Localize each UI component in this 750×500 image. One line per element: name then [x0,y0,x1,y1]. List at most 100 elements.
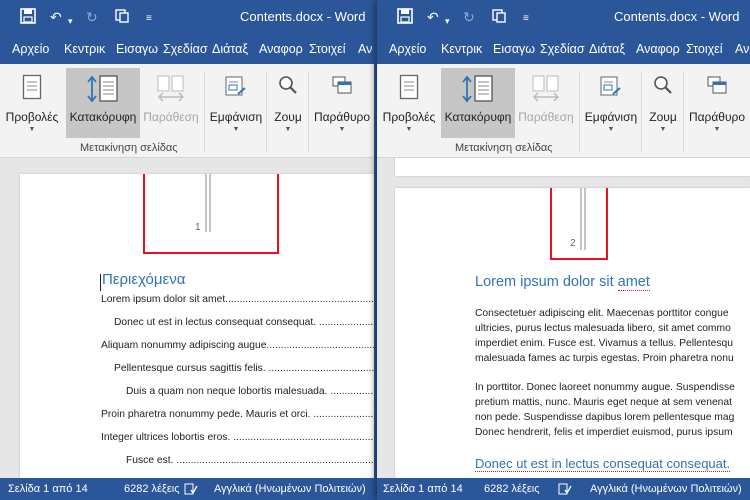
chevron-down-icon: ▼ [232,126,240,133]
text-cursor [100,274,101,291]
tab-layout[interactable]: Διάταξ [589,42,625,56]
customize-toolbar-icon[interactable]: ≡ [146,10,152,28]
chevron-down-icon: ▼ [405,126,413,133]
toc-entry[interactable]: Lorem ipsum dolor sit amet..............… [101,294,374,305]
toc-entry[interactable]: Proin pharetra nonummy pede. Mauris et o… [101,409,374,420]
word-window-left: ↶ ▾ ↻ ≡ Contents.docx - Word Αρχείο Κεντ… [0,0,374,500]
word-count[interactable]: 6282 λέξεις [484,483,540,495]
window-title: Contents.docx - Word [240,9,366,24]
page-movement-group-label: Μετακίνηση σελίδας [455,142,553,154]
show-button[interactable]: Εμφάνιση ▼ [206,68,266,138]
undo-dropdown-icon[interactable]: ▾ [445,12,450,30]
vertical-button[interactable]: Κατακόρυφη [66,68,140,138]
page-count[interactable]: Σελίδα 1 από 14 [383,483,463,495]
page-number: 2 [570,238,576,249]
document-page[interactable]: 1 Περιεχόμενα Lorem ipsum dolor sit amet… [20,174,374,478]
customize-toolbar-icon[interactable]: ≡ [523,10,529,28]
status-bar: Σελίδα 1 από 14 6282 λέξεις Αγγλικά (Ηνω… [377,478,750,500]
show-button[interactable]: Εμφάνιση ▼ [581,68,641,138]
header-highlight-box [143,174,279,254]
word-window-right: ↶ ▾ ↻ ≡ Contents.docx - Word Αρχείο Κεντ… [377,0,750,500]
zoom-button[interactable]: Ζουμ ▼ [643,68,683,138]
word-count[interactable]: 6282 λέξεις [124,483,180,495]
toc-entry[interactable]: Fusce est. .............................… [126,455,374,466]
tab-references[interactable]: Αναφορ [259,42,303,56]
ribbon-tabs: Αρχείο Κεντρικ Εισαγω Σχεδίασ Διάταξ Ανα… [377,34,750,64]
redo-icon[interactable]: ↻ [86,8,98,26]
touch-mode-icon[interactable] [491,8,507,28]
window-title: Contents.docx - Word [614,9,740,24]
page-count[interactable]: Σελίδα 1 από 14 [8,483,88,495]
undo-icon[interactable]: ↶ [50,8,62,26]
paragraph[interactable]: In porttitor. Donec laoreet nonummy augu… [475,380,750,440]
views-button[interactable]: Προβολές ▼ [2,68,62,138]
toc-entry[interactable]: Aliquam nonummy adipiscing augue........… [101,340,374,351]
tab-insert[interactable]: Εισαγω [116,42,158,56]
heading-2[interactable]: Donec ut est in lectus consequat consequ… [475,456,731,472]
toc-heading[interactable]: Περιεχόμενα [102,271,185,288]
previous-page-bottom [395,158,750,176]
tab-design[interactable]: Σχεδίασ [163,42,208,56]
side-to-side-button[interactable]: Παράθεση [142,68,200,138]
heading-1[interactable]: Lorem ipsum dolor sit amet [475,274,650,291]
paragraph[interactable]: Consectetuer adipiscing elit. Maecenas p… [475,306,750,366]
tab-review[interactable]: Αν [735,42,749,56]
language-indicator[interactable]: Αγγλικά (Ηνωμένων Πολιτειών) [590,483,742,495]
zoom-magnifier-icon [277,74,299,101]
redo-icon[interactable]: ↻ [463,8,475,26]
tab-home[interactable]: Κεντρικ [64,42,105,56]
tab-home[interactable]: Κεντρικ [441,42,482,56]
spelling-error[interactable]: amet [617,274,650,291]
side-to-side-icon [156,74,186,105]
window-icon [706,74,728,101]
chevron-down-icon: ▼ [607,126,615,133]
tab-design[interactable]: Σχεδίασ [540,42,585,56]
tab-mailings[interactable]: Στοιχεί [686,42,723,56]
title-bar: ↶ ▾ ↻ ≡ Contents.docx - Word [0,0,374,34]
save-icon[interactable] [20,8,36,28]
side-to-side-icon [531,74,561,105]
undo-dropdown-icon[interactable]: ▾ [68,12,73,30]
ribbon-view: Προβολές ▼ Κατακόρυφη Παράθεση Εμφάνιση … [0,64,374,158]
document-page[interactable]: 2 Lorem ipsum dolor sit amet Consectetue… [395,188,750,478]
touch-mode-icon[interactable] [114,8,130,28]
side-to-side-button[interactable]: Παράθεση [517,68,575,138]
tab-references[interactable]: Αναφορ [636,42,680,56]
toc-entry[interactable]: Pellentesque cursus sagittis felis. ....… [114,363,374,374]
vertical-page-move-icon [86,74,120,107]
toc-entry[interactable]: Integer ultrices lobortis eros. ........… [101,432,374,443]
page-number: 1 [195,222,201,233]
window-button[interactable]: Παράθυρο ▼ [685,68,749,138]
chevron-down-icon: ▼ [28,126,36,133]
vertical-button[interactable]: Κατακόρυφη [441,68,515,138]
page-movement-group-label: Μετακίνηση σελίδας [80,142,178,154]
tab-file[interactable]: Αρχείο [12,42,49,56]
tab-mailings[interactable]: Στοιχεί [309,42,346,56]
language-indicator[interactable]: Αγγλικά (Ηνωμένων Πολιτειών) [214,483,366,495]
document-area[interactable]: 2 Lorem ipsum dolor sit amet Consectetue… [377,158,750,478]
proofing-icon[interactable] [184,483,198,498]
zoom-button[interactable]: Ζουμ ▼ [268,68,308,138]
toc-entry[interactable]: Duis a quam non neque lobortis malesuada… [126,386,374,397]
status-bar: Σελίδα 1 από 14 6282 λέξεις Αγγλικά (Ηνω… [0,478,374,500]
document-area[interactable]: 1 Περιεχόμενα Lorem ipsum dolor sit amet… [0,158,374,478]
proofing-icon[interactable] [558,483,572,498]
window-button[interactable]: Παράθυρο ▼ [310,68,374,138]
undo-icon[interactable]: ↶ [427,8,439,26]
chevron-down-icon: ▼ [713,126,721,133]
tab-insert[interactable]: Εισαγω [493,42,535,56]
document-views-icon [399,74,419,103]
chevron-down-icon: ▼ [338,126,346,133]
save-icon[interactable] [397,8,413,28]
tab-file[interactable]: Αρχείο [389,42,426,56]
chevron-down-icon: ▼ [659,126,667,133]
chevron-down-icon: ▼ [284,126,292,133]
tab-review[interactable]: Αν [358,42,372,56]
toc-entry[interactable]: Donec ut est in lectus consequat consequ… [114,317,374,328]
window-icon [331,74,353,101]
zoom-magnifier-icon [652,74,674,101]
views-button[interactable]: Προβολές ▼ [379,68,439,138]
show-icon [224,74,248,103]
ribbon-tabs: Αρχείο Κεντρικ Εισαγω Σχεδίασ Διάταξ Ανα… [0,34,374,64]
tab-layout[interactable]: Διάταξ [212,42,248,56]
